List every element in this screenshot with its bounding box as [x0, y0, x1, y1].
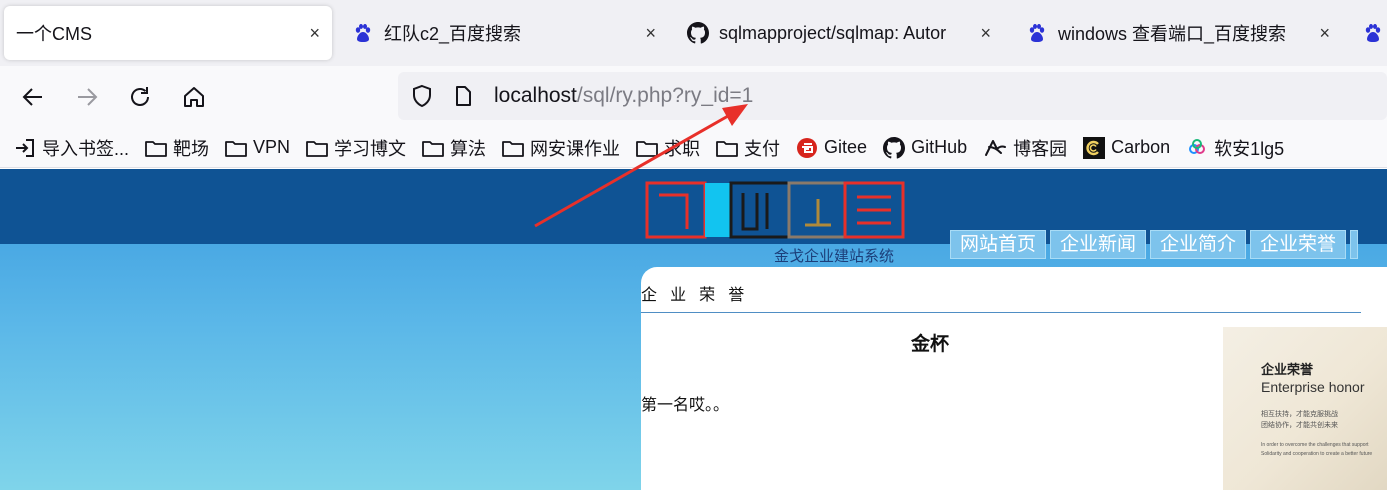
- section-divider: [641, 312, 1361, 313]
- tab-overflow[interactable]: [1350, 6, 1387, 60]
- folder-icon: [145, 140, 167, 157]
- bookmark-label: 导入书签...: [42, 138, 130, 159]
- bookmark-label: 支付: [744, 138, 781, 159]
- cnblogs-icon: [985, 139, 1007, 156]
- bookmark-folder-payment[interactable]: 支付: [716, 135, 780, 161]
- home-button[interactable]: [177, 80, 211, 114]
- bookmark-folder-jobs[interactable]: 求职: [636, 135, 700, 161]
- bookmark-folder-algorithms[interactable]: 算法: [422, 135, 486, 161]
- reload-icon: [131, 87, 149, 106]
- nav-home[interactable]: 网站首页: [950, 230, 1047, 259]
- section-title: 企 业 荣 誉: [641, 285, 749, 304]
- bookmark-import[interactable]: 导入书签...: [14, 135, 129, 161]
- cloud-icon: [1189, 138, 1206, 154]
- url-text[interactable]: localhost/sql/ry.php?ry_id=1: [494, 84, 753, 108]
- folder-icon: [306, 140, 328, 157]
- bookmark-cnblogs[interactable]: 博客园: [983, 135, 1067, 161]
- honor-image-en-text: In order to overcome the challenges that…: [1261, 441, 1372, 459]
- bookmark-label: 博客园: [1013, 138, 1068, 159]
- tab-title: 一个CMS: [16, 24, 92, 44]
- bookmark-label: VPN: [253, 137, 291, 157]
- nav-honors[interactable]: 企业荣誉: [1250, 230, 1347, 259]
- article-title: 金杯: [911, 333, 950, 355]
- folder-icon: [636, 140, 658, 157]
- logo-subtitle: 金戈企业建站系统: [774, 247, 895, 265]
- bookmark-label: 网安课作业: [530, 138, 621, 159]
- bookmark-folder-homework[interactable]: 网安课作业: [502, 135, 620, 161]
- folder-icon: [225, 140, 247, 157]
- bookmark-ruanan[interactable]: 软安1lg5: [1186, 135, 1284, 161]
- site-nav: 网站首页 企业新闻 企业简介 企业荣誉: [950, 230, 1362, 259]
- honor-image-cn-line: 团结协作，才能共创未来: [1261, 422, 1338, 429]
- bookmark-label: Carbon: [1111, 137, 1171, 157]
- bookmark-label: 靶场: [173, 138, 210, 159]
- article-body: 第一名哎。。: [641, 395, 730, 414]
- forward-button[interactable]: [70, 80, 104, 114]
- honor-image-cn-text: 相互扶持，才能克服挑战 团结协作，才能共创未来: [1261, 409, 1338, 431]
- home-icon: [184, 87, 204, 107]
- tab-title: windows 查看端口_百度搜索: [1058, 24, 1287, 44]
- bookmark-carbon[interactable]: Carbon: [1083, 136, 1171, 159]
- bookmark-folder-study-blogs[interactable]: 学习博文: [306, 135, 406, 161]
- bookmark-label: 软安1lg5: [1214, 138, 1285, 159]
- honor-image-subtitle: Enterprise honor: [1261, 379, 1365, 395]
- tab-title: sqlmapproject/sqlmap: Autor: [719, 22, 947, 43]
- bookmark-folder-shooting-range[interactable]: 靶场: [145, 135, 209, 161]
- shield-icon[interactable]: [410, 84, 434, 108]
- address-bar[interactable]: localhost/sql/ry.php?ry_id=1: [398, 72, 1387, 120]
- gitee-icon: [797, 137, 818, 158]
- page-viewport: 金戈企业建站系统 网站首页 企业新闻 企业简介 企业荣誉 企 业 荣 誉 金杯 …: [0, 169, 1387, 490]
- tab-baidu-c2[interactable]: 红队c2_百度搜索 ×: [340, 6, 668, 60]
- import-icon: [16, 138, 34, 157]
- navigation-bar: localhost/sql/ry.php?ry_id=1: [0, 66, 1387, 128]
- folder-icon: [716, 140, 738, 157]
- carbon-icon: [1083, 136, 1106, 159]
- back-arrow-icon: [22, 88, 42, 106]
- bookmark-gitee[interactable]: Gitee: [796, 137, 867, 159]
- nav-about[interactable]: 企业简介: [1150, 230, 1247, 259]
- bookmark-label: GitHub: [911, 137, 968, 157]
- tab-strip: 一个CMS × 红队c2_百度搜索 × sqlmapproject/sqlmap…: [0, 0, 1387, 66]
- reload-button[interactable]: [123, 80, 157, 114]
- github-icon: [687, 22, 709, 44]
- url-host: localhost: [494, 84, 577, 107]
- close-icon[interactable]: ×: [980, 23, 991, 44]
- honor-image-en-line: Solidarity and cooperation to create a b…: [1261, 451, 1373, 457]
- back-button[interactable]: [16, 80, 50, 114]
- baidu-paw-icon: [1362, 22, 1384, 44]
- url-path: /sql/ry.php?ry_id=1: [576, 84, 754, 107]
- bookmark-label: 学习博文: [334, 138, 407, 159]
- bookmark-label: 求职: [664, 138, 701, 159]
- bookmark-folder-vpn[interactable]: VPN: [225, 137, 290, 158]
- nav-overflow[interactable]: [1350, 230, 1359, 259]
- close-icon[interactable]: ×: [309, 23, 320, 44]
- tab-title: 红队c2_百度搜索: [384, 24, 522, 44]
- honor-image-title: 企业荣誉: [1261, 362, 1314, 377]
- close-icon[interactable]: ×: [1319, 23, 1330, 44]
- baidu-paw-icon: [352, 22, 374, 44]
- honor-image-cn-line: 相互扶持，才能克服挑战: [1261, 411, 1338, 418]
- folder-icon: [502, 140, 524, 157]
- tab-cms[interactable]: 一个CMS ×: [4, 6, 332, 60]
- close-icon[interactable]: ×: [645, 23, 656, 44]
- bookmark-github[interactable]: GitHub: [883, 136, 968, 159]
- bookmark-label: Gitee: [824, 137, 868, 157]
- baidu-paw-icon: [1026, 22, 1048, 44]
- content-panel: 企 业 荣 誉 金杯 第一名哎。。 企业荣誉 Enterprise honor …: [641, 267, 1387, 490]
- tab-baidu-windows[interactable]: windows 查看端口_百度搜索 ×: [1014, 6, 1342, 60]
- tab-sqlmap[interactable]: sqlmapproject/sqlmap: Autor ×: [675, 6, 1003, 60]
- nav-news[interactable]: 企业新闻: [1050, 230, 1147, 259]
- honor-image-en-line: In order to overcome the challenges that…: [1261, 442, 1369, 448]
- page-icon[interactable]: [452, 85, 474, 107]
- honor-banner-image: 企业荣誉 Enterprise honor 相互扶持，才能克服挑战 团结协作，才能…: [1223, 327, 1387, 490]
- bookmark-label: 算法: [450, 138, 487, 159]
- github-icon: [883, 136, 906, 159]
- forward-arrow-icon: [78, 88, 98, 106]
- bookmarks-bar: 导入书签... 靶场 VPN 学习博文 算法 网安课作业 求职 支付 Gitee…: [0, 128, 1387, 168]
- folder-icon: [422, 140, 444, 157]
